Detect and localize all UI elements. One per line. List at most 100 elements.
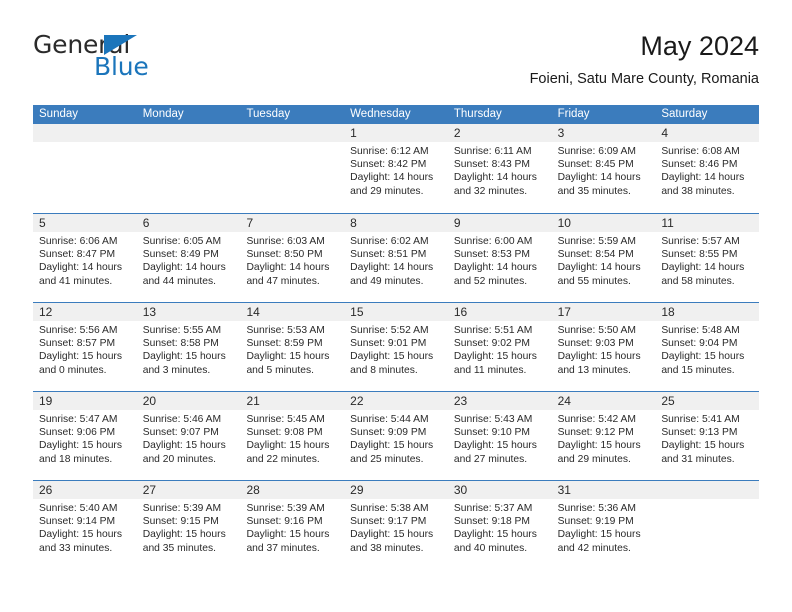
daylight-text-line1: Daylight: 14 hours bbox=[453, 172, 537, 184]
day-cell[interactable]: 28 Sunrise: 5:39 AM Sunset: 9:16 PM Dayl… bbox=[240, 481, 345, 569]
daylight-text-line1: Daylight: 15 hours bbox=[39, 440, 122, 452]
daylight-text-line1: Daylight: 15 hours bbox=[142, 529, 226, 541]
daylight-text-line1: Daylight: 15 hours bbox=[246, 529, 330, 541]
day-date-band: 28 bbox=[240, 481, 345, 499]
day-cell[interactable]: 17 Sunrise: 5:50 AM Sunset: 9:03 PM Dayl… bbox=[551, 303, 656, 391]
day-number: 1 bbox=[350, 126, 357, 140]
day-cell[interactable]: 5 Sunrise: 6:06 AM Sunset: 8:47 PM Dayli… bbox=[33, 214, 137, 302]
day-cell[interactable]: 1 Sunrise: 6:12 AM Sunset: 8:42 PM Dayli… bbox=[344, 124, 448, 213]
sunset-text: Sunset: 8:57 PM bbox=[39, 338, 116, 350]
day-cell[interactable]: 8 Sunrise: 6:02 AM Sunset: 8:51 PM Dayli… bbox=[344, 214, 448, 302]
day-cell[interactable]: 18 Sunrise: 5:48 AM Sunset: 9:04 PM Dayl… bbox=[655, 303, 760, 391]
general-blue-logo[interactable]: General Blue bbox=[33, 32, 233, 92]
day-date-band: 8 bbox=[344, 214, 448, 232]
day-cell[interactable]: 19 Sunrise: 5:47 AM Sunset: 9:06 PM Dayl… bbox=[33, 392, 137, 480]
day-details: Sunrise: 5:38 AM Sunset: 9:17 PM Dayligh… bbox=[344, 499, 448, 555]
daylight-text-line2: and 22 minutes. bbox=[246, 453, 320, 465]
day-cell[interactable]: 10 Sunrise: 5:59 AM Sunset: 8:54 PM Dayl… bbox=[551, 214, 656, 302]
sunrise-text: Sunrise: 5:36 AM bbox=[557, 503, 637, 514]
day-cell[interactable] bbox=[240, 124, 345, 213]
weekday-header-wednesday: Wednesday bbox=[350, 108, 411, 120]
day-date-band: 18 bbox=[655, 303, 760, 321]
day-cell[interactable]: 24 Sunrise: 5:42 AM Sunset: 9:12 PM Dayl… bbox=[551, 392, 656, 480]
sunrise-text: Sunrise: 5:39 AM bbox=[142, 503, 222, 514]
sunrise-text: Sunrise: 6:03 AM bbox=[246, 236, 325, 247]
daylight-text-line2: and 38 minutes. bbox=[661, 185, 735, 197]
day-cell[interactable] bbox=[655, 481, 760, 569]
day-number: 30 bbox=[453, 483, 468, 497]
daylight-text-line1: Daylight: 15 hours bbox=[453, 351, 537, 363]
day-cell[interactable]: 2 Sunrise: 6:11 AM Sunset: 8:43 PM Dayli… bbox=[447, 124, 552, 213]
daylight-text-line1: Daylight: 15 hours bbox=[557, 529, 641, 541]
daylight-text-line2: and 15 minutes. bbox=[661, 364, 735, 376]
sunrise-text: Sunrise: 5:40 AM bbox=[39, 503, 118, 514]
day-date-band bbox=[655, 481, 760, 499]
day-details: Sunrise: 5:43 AM Sunset: 9:10 PM Dayligh… bbox=[448, 410, 552, 466]
calendar-grid: Sunday Monday Tuesday Wednesday Thursday… bbox=[33, 105, 760, 569]
sunrise-text: Sunrise: 5:45 AM bbox=[246, 414, 325, 425]
day-cell[interactable]: 20 Sunrise: 5:46 AM Sunset: 9:07 PM Dayl… bbox=[136, 392, 241, 480]
day-number: 6 bbox=[142, 216, 150, 230]
day-details: Sunrise: 5:36 AM Sunset: 9:19 PM Dayligh… bbox=[552, 499, 656, 555]
daylight-text-line1: Daylight: 14 hours bbox=[557, 262, 641, 274]
day-cell[interactable]: 23 Sunrise: 5:43 AM Sunset: 9:10 PM Dayl… bbox=[447, 392, 552, 480]
sunrise-text: Sunrise: 5:56 AM bbox=[39, 325, 118, 336]
day-cell[interactable]: 9 Sunrise: 6:00 AM Sunset: 8:53 PM Dayli… bbox=[447, 214, 552, 302]
day-number: 11 bbox=[661, 216, 674, 230]
day-cell[interactable]: 14 Sunrise: 5:53 AM Sunset: 8:59 PM Dayl… bbox=[240, 303, 345, 391]
day-date-band: 13 bbox=[136, 303, 241, 321]
day-date-band: 29 bbox=[344, 481, 448, 499]
day-cell[interactable]: 25 Sunrise: 5:41 AM Sunset: 9:13 PM Dayl… bbox=[655, 392, 760, 480]
sunrise-text: Sunrise: 6:00 AM bbox=[453, 236, 533, 247]
daylight-text-line2: and 33 minutes. bbox=[39, 542, 113, 554]
sunset-text: Sunset: 9:15 PM bbox=[142, 516, 219, 528]
week-row: 12 Sunrise: 5:56 AM Sunset: 8:57 PM Dayl… bbox=[33, 302, 760, 391]
daylight-text-line1: Daylight: 15 hours bbox=[246, 440, 330, 452]
day-date-band: 19 bbox=[33, 392, 137, 410]
day-date-band: 17 bbox=[551, 303, 656, 321]
sunset-text: Sunset: 8:51 PM bbox=[350, 249, 427, 261]
day-date-band: 16 bbox=[447, 303, 552, 321]
sunset-text: Sunset: 9:06 PM bbox=[39, 427, 116, 439]
day-cell[interactable]: 22 Sunrise: 5:44 AM Sunset: 9:09 PM Dayl… bbox=[344, 392, 448, 480]
day-cell[interactable]: 11 Sunrise: 5:57 AM Sunset: 8:55 PM Dayl… bbox=[655, 214, 760, 302]
weekday-header-row: Sunday Monday Tuesday Wednesday Thursday… bbox=[33, 105, 759, 124]
day-details: Sunrise: 5:44 AM Sunset: 9:09 PM Dayligh… bbox=[344, 410, 448, 466]
sunrise-text: Sunrise: 5:59 AM bbox=[557, 236, 637, 247]
daylight-text-line1: Daylight: 15 hours bbox=[350, 440, 434, 452]
day-date-band: 11 bbox=[655, 214, 760, 232]
weekday-header-saturday: Saturday bbox=[661, 108, 708, 120]
sunrise-text: Sunrise: 5:39 AM bbox=[246, 503, 325, 514]
day-cell[interactable]: 26 Sunrise: 5:40 AM Sunset: 9:14 PM Dayl… bbox=[33, 481, 137, 569]
day-cell[interactable]: 3 Sunrise: 6:09 AM Sunset: 8:45 PM Dayli… bbox=[551, 124, 656, 213]
day-cell[interactable]: 21 Sunrise: 5:45 AM Sunset: 9:08 PM Dayl… bbox=[240, 392, 345, 480]
day-details: Sunrise: 6:05 AM Sunset: 8:49 PM Dayligh… bbox=[137, 232, 241, 288]
day-cell[interactable] bbox=[136, 124, 241, 213]
day-cell[interactable]: 12 Sunrise: 5:56 AM Sunset: 8:57 PM Dayl… bbox=[33, 303, 137, 391]
sunset-text: Sunset: 9:14 PM bbox=[39, 516, 116, 528]
day-cell[interactable]: 7 Sunrise: 6:03 AM Sunset: 8:50 PM Dayli… bbox=[240, 214, 345, 302]
day-cell[interactable]: 16 Sunrise: 5:51 AM Sunset: 9:02 PM Dayl… bbox=[447, 303, 552, 391]
day-cell[interactable]: 30 Sunrise: 5:37 AM Sunset: 9:18 PM Dayl… bbox=[447, 481, 552, 569]
day-cell[interactable]: 13 Sunrise: 5:55 AM Sunset: 8:58 PM Dayl… bbox=[136, 303, 241, 391]
day-details: Sunrise: 5:48 AM Sunset: 9:04 PM Dayligh… bbox=[655, 321, 759, 377]
day-cell[interactable] bbox=[33, 124, 137, 213]
day-date-band: 6 bbox=[136, 214, 241, 232]
day-cell[interactable]: 15 Sunrise: 5:52 AM Sunset: 9:01 PM Dayl… bbox=[344, 303, 448, 391]
day-cell[interactable]: 6 Sunrise: 6:05 AM Sunset: 8:49 PM Dayli… bbox=[136, 214, 241, 302]
daylight-text-line2: and 0 minutes. bbox=[39, 364, 107, 376]
daylight-text-line2: and 3 minutes. bbox=[142, 364, 211, 376]
daylight-text-line2: and 35 minutes. bbox=[557, 185, 631, 197]
day-date-band: 15 bbox=[344, 303, 448, 321]
sunrise-text: Sunrise: 5:41 AM bbox=[661, 414, 740, 425]
day-number: 8 bbox=[350, 216, 357, 230]
day-cell[interactable]: 4 Sunrise: 6:08 AM Sunset: 8:46 PM Dayli… bbox=[655, 124, 760, 213]
day-cell[interactable]: 31 Sunrise: 5:36 AM Sunset: 9:19 PM Dayl… bbox=[551, 481, 656, 569]
day-cell[interactable]: 27 Sunrise: 5:39 AM Sunset: 9:15 PM Dayl… bbox=[136, 481, 241, 569]
sunset-text: Sunset: 9:17 PM bbox=[350, 516, 427, 528]
sunset-text: Sunset: 8:47 PM bbox=[39, 249, 116, 261]
day-cell[interactable]: 29 Sunrise: 5:38 AM Sunset: 9:17 PM Dayl… bbox=[344, 481, 448, 569]
sunrise-text: Sunrise: 5:37 AM bbox=[453, 503, 533, 514]
daylight-text-line1: Daylight: 15 hours bbox=[453, 440, 537, 452]
sunset-text: Sunset: 8:55 PM bbox=[661, 249, 738, 261]
